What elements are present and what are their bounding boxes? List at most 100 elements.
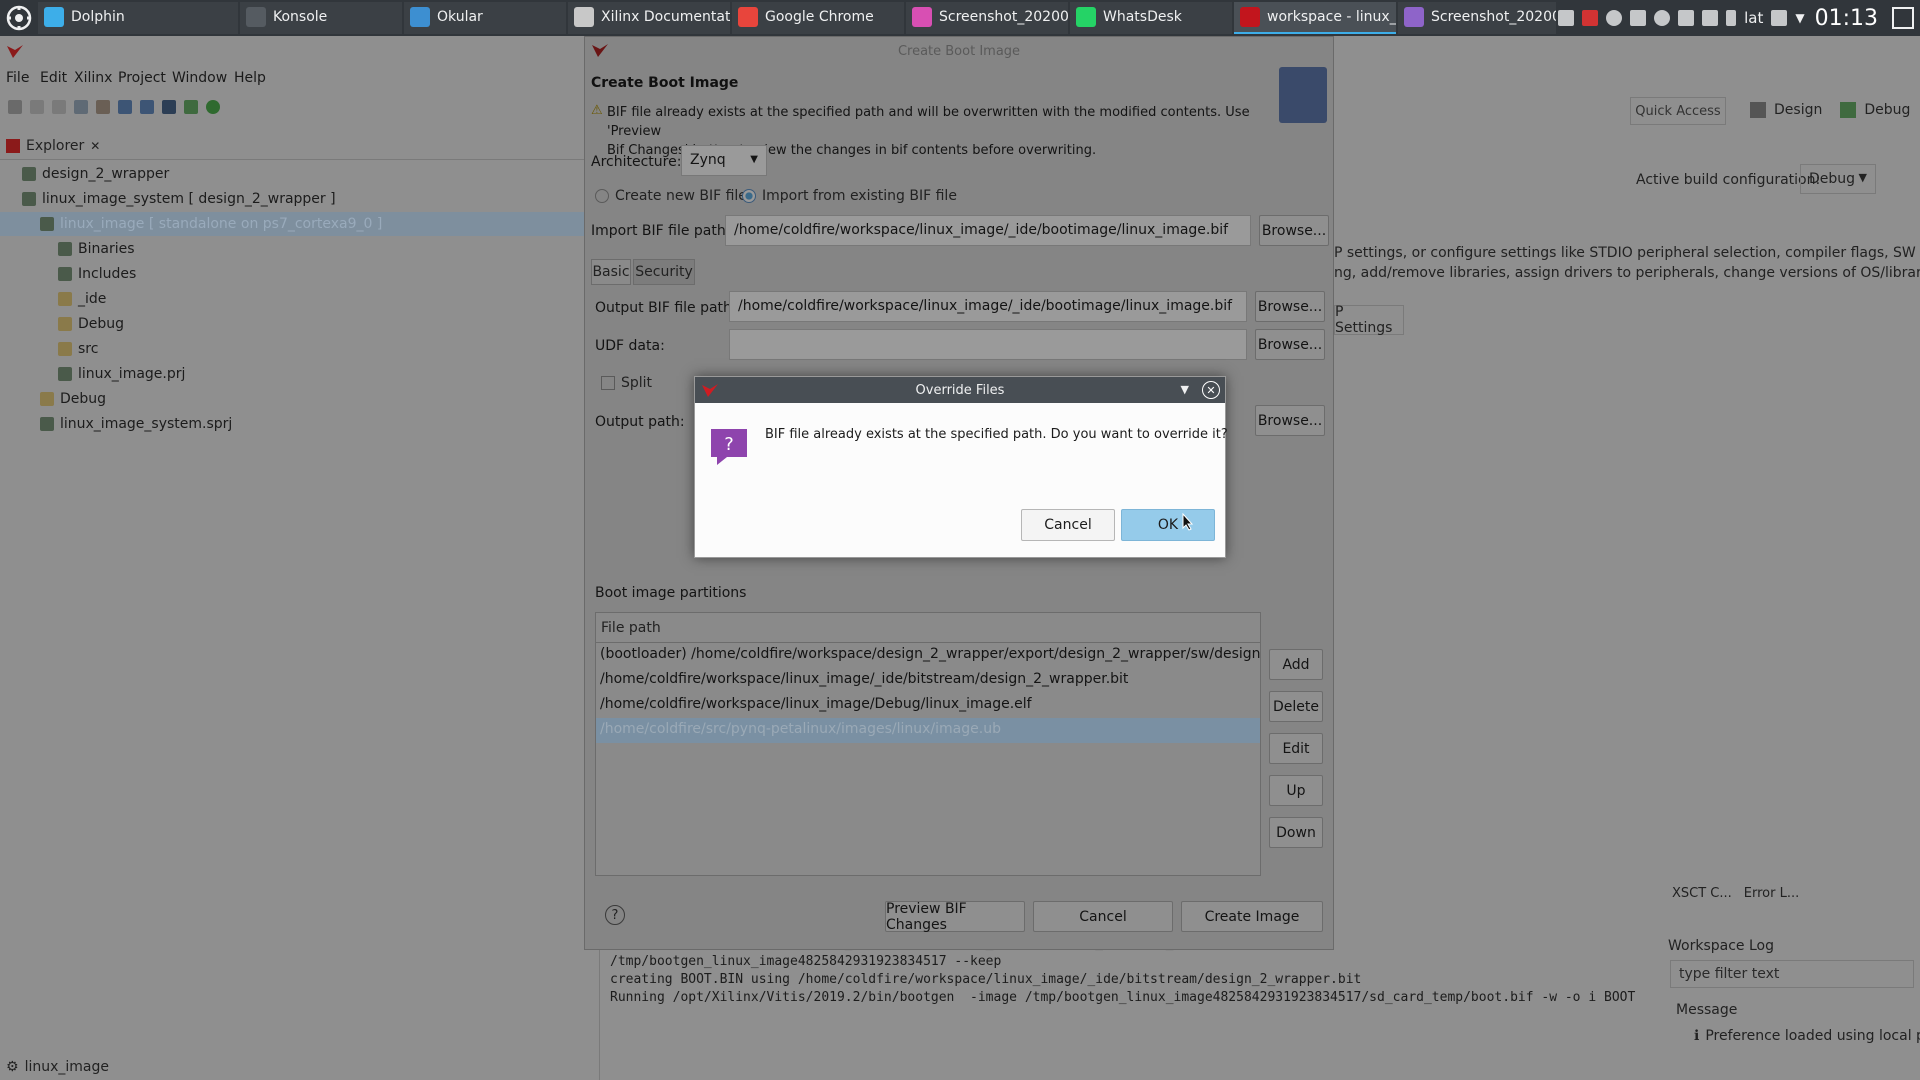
clock[interactable]: 01:13 bbox=[1815, 6, 1878, 31]
terminal-toolbar-icon[interactable] bbox=[118, 100, 132, 114]
build-icon[interactable] bbox=[74, 100, 88, 114]
chevron-down-icon[interactable]: ▼ bbox=[1181, 383, 1189, 396]
run-icon[interactable] bbox=[206, 100, 220, 114]
output-bif-browse-button[interactable]: Browse... bbox=[1255, 291, 1325, 322]
perspective-design[interactable]: Design bbox=[1774, 102, 1822, 118]
dropbox-icon[interactable] bbox=[1630, 10, 1647, 26]
menu-file[interactable]: File bbox=[6, 70, 29, 86]
file-path-header[interactable]: File path bbox=[596, 613, 1260, 643]
tray-expand-icon[interactable]: ▼ bbox=[1795, 11, 1804, 25]
taskbar-task[interactable]: Konsole bbox=[240, 2, 402, 34]
tree-item[interactable]: src bbox=[0, 337, 98, 361]
hammer-icon[interactable] bbox=[96, 100, 110, 114]
partition-row[interactable]: /home/coldfire/workspace/linux_image/Deb… bbox=[596, 693, 1260, 718]
design-perspective-icon[interactable] bbox=[1750, 102, 1766, 118]
whatsapp-tray-icon[interactable] bbox=[1654, 10, 1671, 26]
menu-window[interactable]: Window bbox=[172, 70, 227, 86]
save-icon[interactable] bbox=[30, 100, 44, 114]
output-path-browse-button[interactable]: Browse... bbox=[1255, 405, 1325, 436]
create-image-button[interactable]: Create Image bbox=[1181, 901, 1323, 932]
debug-perspective-icon[interactable] bbox=[1840, 102, 1857, 118]
output-bif-path-input[interactable]: /home/coldfire/workspace/linux_image/_id… bbox=[729, 291, 1247, 322]
partition-row[interactable]: (bootloader) /home/coldfire/workspace/de… bbox=[596, 643, 1260, 668]
debug-icon[interactable] bbox=[184, 100, 198, 114]
build-config-select[interactable]: Debug ▼ bbox=[1800, 164, 1876, 194]
tree-item[interactable]: _ide bbox=[0, 287, 106, 311]
close-icon[interactable]: ✕ bbox=[90, 139, 100, 153]
import-bif-label: Import BIF file path: bbox=[591, 223, 731, 239]
keyboard-layout[interactable]: lat bbox=[1744, 9, 1763, 27]
document-viewer-icon bbox=[410, 7, 430, 27]
tree-item[interactable]: linux_image.prj bbox=[0, 362, 185, 386]
partition-down-button[interactable]: Down bbox=[1269, 817, 1323, 848]
settings-text-line-2: ng, add/remove libraries, assign drivers… bbox=[1334, 265, 1920, 281]
partition-row[interactable]: /home/coldfire/workspace/linux_image/_id… bbox=[596, 668, 1260, 693]
partition-row[interactable]: /home/coldfire/src/pynq-petalinux/images… bbox=[596, 718, 1260, 743]
display-icon[interactable] bbox=[1771, 10, 1788, 26]
udf-data-input[interactable] bbox=[729, 329, 1247, 360]
partition-edit-button[interactable]: Edit bbox=[1269, 733, 1323, 764]
taskbar-task[interactable]: workspace - linux_i... bbox=[1234, 2, 1396, 34]
new-icon[interactable] bbox=[8, 100, 22, 114]
taskbar-task[interactable]: Screenshot_20200... bbox=[906, 2, 1068, 34]
menu-project[interactable]: Project bbox=[118, 70, 166, 86]
boot-dialog-cancel-button[interactable]: Cancel bbox=[1033, 901, 1173, 932]
volume-icon[interactable] bbox=[1678, 10, 1695, 26]
notifications-icon[interactable] bbox=[1558, 10, 1575, 26]
tab-xsct-console[interactable]: XSCT C... bbox=[1672, 886, 1732, 901]
tree-item[interactable]: linux_image_system [ design_2_wrapper ] bbox=[0, 187, 336, 211]
explorer-tab-title[interactable]: Explorer bbox=[26, 138, 84, 154]
menu-help[interactable]: Help bbox=[234, 70, 266, 86]
tree-item[interactable]: Debug bbox=[0, 387, 106, 411]
tree-item[interactable]: Binaries bbox=[0, 237, 135, 261]
program-fpga-icon[interactable] bbox=[140, 100, 154, 114]
clipboard-icon[interactable] bbox=[1702, 10, 1719, 26]
tree-item[interactable]: Debug bbox=[0, 312, 124, 336]
udf-browse-button[interactable]: Browse... bbox=[1255, 329, 1325, 360]
radio-create-new-bif[interactable]: Create new BIF file bbox=[595, 188, 747, 204]
save-all-icon[interactable] bbox=[52, 100, 66, 114]
show-desktop-icon[interactable] bbox=[1892, 7, 1914, 29]
taskbar-task[interactable]: Screenshot_20200... bbox=[1398, 2, 1556, 34]
flag-icon[interactable] bbox=[1582, 10, 1599, 26]
quick-access-field[interactable]: Quick Access bbox=[1630, 97, 1726, 125]
help-icon[interactable]: ? bbox=[605, 905, 625, 925]
taskbar-task[interactable]: Okular bbox=[404, 2, 566, 34]
tree-item[interactable]: linux_image_system.sprj bbox=[0, 412, 232, 436]
taskbar-task-label: Google Chrome bbox=[765, 9, 874, 25]
tree-item[interactable]: design_2_wrapper bbox=[0, 162, 169, 186]
radio-create-new-label: Create new BIF file bbox=[615, 188, 747, 204]
filter-input[interactable]: type filter text bbox=[1670, 960, 1914, 988]
bsp-settings-button[interactable]: P Settings bbox=[1334, 304, 1404, 336]
taskbar-task[interactable]: Google Chrome bbox=[732, 2, 904, 34]
tab-security[interactable]: Security bbox=[633, 259, 695, 285]
menu-edit[interactable]: Edit bbox=[40, 70, 67, 86]
taskbar-task[interactable]: Dolphin bbox=[38, 2, 238, 34]
menu-xilinx[interactable]: Xilinx bbox=[74, 70, 112, 86]
tab-error-log[interactable]: Error L... bbox=[1744, 886, 1799, 901]
partition-up-button[interactable]: Up bbox=[1269, 775, 1323, 806]
perspective-debug[interactable]: Debug bbox=[1864, 102, 1910, 118]
close-icon[interactable]: ✕ bbox=[1202, 381, 1220, 399]
console-toolbar-icon[interactable] bbox=[162, 100, 176, 114]
taskbar-task[interactable]: WhatsDesk bbox=[1070, 2, 1232, 34]
battery-icon[interactable] bbox=[1726, 10, 1737, 26]
partition-add-button[interactable]: Add bbox=[1269, 649, 1323, 680]
tree-item[interactable]: Includes bbox=[0, 262, 136, 286]
override-cancel-button[interactable]: Cancel bbox=[1021, 509, 1115, 541]
tree-item[interactable]: linux_image [ standalone on ps7_cortexa9… bbox=[0, 212, 600, 236]
tab-basic[interactable]: Basic bbox=[591, 259, 631, 285]
preview-bif-changes-button[interactable]: Preview BIF Changes bbox=[885, 901, 1025, 933]
taskbar-task-label: Screenshot_20200... bbox=[939, 9, 1068, 25]
app-launcher-icon[interactable] bbox=[0, 0, 38, 36]
split-checkbox[interactable]: Split bbox=[601, 375, 652, 391]
partition-delete-button[interactable]: Delete bbox=[1269, 691, 1323, 722]
import-bif-path-input[interactable]: /home/coldfire/workspace/linux_image/_id… bbox=[725, 215, 1251, 246]
media-player-icon[interactable] bbox=[1606, 10, 1623, 26]
override-ok-button[interactable]: OK bbox=[1121, 509, 1215, 541]
import-browse-button[interactable]: Browse... bbox=[1259, 215, 1329, 246]
architecture-select[interactable]: Zynq ▼ bbox=[681, 145, 767, 176]
radio-import-bif[interactable]: Import from existing BIF file bbox=[742, 188, 957, 204]
log-entry[interactable]: ℹ Preference loaded using local pref bbox=[1694, 1028, 1920, 1044]
taskbar-task[interactable]: Xilinx Documentati... bbox=[568, 2, 730, 34]
